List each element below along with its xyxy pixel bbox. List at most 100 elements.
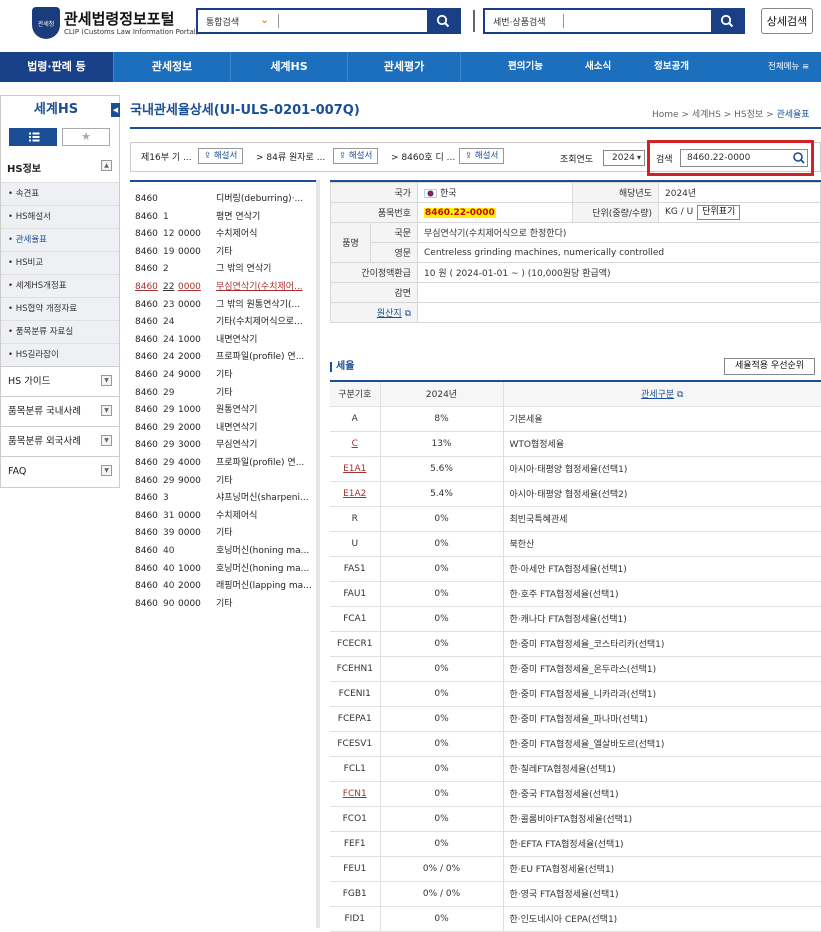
breadcrumb-home[interactable]: Home: [652, 110, 679, 120]
year-select[interactable]: 2024 ▾: [603, 150, 645, 166]
hs-code-part: 2: [163, 264, 169, 275]
nav-convenience[interactable]: 편의기능: [508, 52, 543, 82]
sidebar-section-hs-info[interactable]: HS정보: [7, 160, 41, 175]
sidebar-item-hs-compare[interactable]: • HS비교: [1, 251, 119, 274]
origin-cell[interactable]: 원산지 ⧉: [330, 302, 418, 323]
rate-code-cell[interactable]: FCN1: [330, 781, 380, 807]
breadcrumb-world-hs[interactable]: 세계HS: [692, 110, 721, 120]
rate-code-cell: FGB1: [330, 881, 380, 907]
hs-heading-label: 8460호 디 ...: [401, 153, 456, 163]
rate-code-cell[interactable]: C: [330, 431, 380, 457]
hs-code-part: 0000: [178, 229, 201, 240]
hs-code-part: 0000: [178, 299, 201, 310]
nav-laws[interactable]: 법령·판례 등: [0, 52, 113, 82]
rate-row: FCEHN1 0% 한·중미 FTA협정세율_온두라스(선택1): [330, 656, 821, 682]
english-name-value: Centreless grinding machines, numericall…: [417, 242, 821, 263]
hs-code-part: 0000: [178, 510, 201, 521]
hs-code-part: 8460: [135, 387, 158, 398]
sidebar-tab-list[interactable]: [9, 128, 57, 146]
collapse-icon[interactable]: ▲: [101, 160, 112, 171]
rate-row: U 0% 북한산: [330, 531, 821, 557]
commentary-button-part[interactable]: ⇪ 해설서: [198, 148, 244, 164]
english-name-label: 영문: [370, 242, 418, 263]
nav-customs-info[interactable]: 관세정보: [114, 52, 230, 82]
rate-value: 0%: [379, 656, 504, 682]
sidebar-item-hs-guide[interactable]: • HS길라잡이: [1, 343, 119, 366]
external-link-icon: ⧉: [404, 309, 411, 319]
hs-code-part: 0000: [178, 528, 201, 539]
hs-code-part: 29: [163, 422, 175, 433]
nav-divider: [460, 52, 461, 82]
hs-search-input[interactable]: 세번·상품검색: [493, 15, 546, 28]
hs-code-part: 8460: [135, 563, 158, 574]
hs-part[interactable]: 제16부 기 ...: [141, 150, 192, 163]
query-search-button[interactable]: [791, 150, 807, 166]
nav-news[interactable]: 새소식: [585, 52, 611, 82]
breadcrumb-hs-info[interactable]: HS정보: [734, 110, 763, 120]
sidebar-item-label: 속견표: [15, 189, 40, 199]
item-info-panel: 국가 한국 해당년도 2024년 품목번호 8460.22-0000 단위(중량…: [330, 180, 821, 323]
hs-search-box[interactable]: 세번·상품검색: [483, 8, 745, 34]
sidebar-item-label: 품목분류 자료실: [15, 327, 74, 337]
sidebar-item-hs-commentary[interactable]: • HS해설서: [1, 205, 119, 228]
site-title[interactable]: 관세법령정보포털: [64, 8, 174, 29]
customs-logo-icon[interactable]: 관세청: [32, 7, 60, 39]
hs-chapter[interactable]: > 84류 원자로 ...: [256, 150, 325, 163]
nav-disclosure[interactable]: 정보공개: [654, 52, 689, 82]
commentary-button-chapter[interactable]: ⇪ 해설서: [333, 148, 379, 164]
rate-value: 0%: [379, 606, 504, 632]
rate-value: 0%: [379, 681, 504, 707]
expand-icon[interactable]: ▼: [101, 435, 112, 446]
expand-icon[interactable]: ▼: [101, 405, 112, 416]
expand-icon[interactable]: ▼: [101, 465, 112, 476]
origin-link[interactable]: 원산지: [377, 309, 402, 319]
chevron-down-icon[interactable]: ⌄: [260, 13, 269, 26]
rate-code-cell: FCEHN1: [330, 656, 380, 682]
hs-code-part: 8460: [135, 317, 158, 328]
hs-heading[interactable]: > 8460호 디 ...: [391, 150, 455, 163]
sidebar-item-world-hs-revision[interactable]: • 세계HS개정표: [1, 274, 119, 297]
rate-row: FEU1 0% / 0% 한·EU FTA협정세율(선택1): [330, 856, 821, 882]
commentary-button-heading[interactable]: ⇪ 해설서: [459, 148, 505, 164]
hs-search-button[interactable]: [711, 10, 743, 32]
detail-search-button[interactable]: 상세검색: [761, 8, 813, 34]
korean-name-label: 국문: [370, 222, 418, 243]
hs-code-query-input[interactable]: 8460.22-0000: [680, 149, 808, 167]
rate-code-link[interactable]: E1A2: [343, 489, 366, 499]
rate-type: 한·인도네시아 CEPA(선택1): [503, 906, 821, 932]
expand-icon[interactable]: ▼: [101, 375, 112, 386]
rate-value: 0%: [379, 781, 504, 807]
search-scope-select[interactable]: 통합검색: [206, 15, 239, 28]
hs-code-part: 0000: [178, 598, 201, 609]
search-button[interactable]: [427, 10, 459, 32]
rate-code-link[interactable]: E1A1: [343, 464, 366, 474]
integrated-search-box: 통합검색 ⌄: [196, 8, 461, 34]
sidebar-item-quick-table[interactable]: • 속견표: [1, 182, 119, 205]
unit-notation-button[interactable]: 단위표기: [697, 205, 741, 220]
rate-value: 0%: [379, 556, 504, 582]
rate-row: FCESV1 0% 한·중미 FTA협정세율_엘살바도르(선택1): [330, 731, 821, 757]
sidebar-item-classification-archive[interactable]: • 품목분류 자료실: [1, 320, 119, 343]
rate-code-cell[interactable]: E1A1: [330, 456, 380, 482]
nav-world-hs[interactable]: 세계HS: [231, 52, 347, 82]
rate-value: 0% / 0%: [379, 856, 504, 882]
page-title: 국내관세율상세(UI-ULS-0201-007Q): [130, 103, 360, 118]
nav-valuation[interactable]: 관세평가: [348, 52, 460, 82]
rate-priority-button[interactable]: 세율적용 우선순위: [724, 358, 815, 375]
nav-all-menu[interactable]: 전체메뉴 ≡: [768, 52, 809, 82]
sidebar-item-hs-convention[interactable]: • HS협약 개정자료: [1, 297, 119, 320]
rate-code-link[interactable]: C: [352, 439, 358, 449]
upload-icon: ⇪: [465, 151, 473, 161]
sidebar-item-tariff-table[interactable]: • 관세율표: [1, 228, 119, 251]
hs-list-scrollbar[interactable]: [316, 180, 320, 928]
rate-code-link[interactable]: FCN1: [343, 789, 367, 799]
rate-code: FAU1: [343, 588, 367, 599]
hs-code-part: 2000: [178, 581, 201, 592]
country-label: 국가: [330, 182, 418, 203]
sidebar-tab-favorites[interactable]: ★: [62, 128, 110, 146]
rate-code-cell[interactable]: E1A2: [330, 481, 380, 507]
sidebar-collapse-icon[interactable]: ◀: [111, 103, 120, 117]
rates-header-type-link[interactable]: 관세구분: [641, 390, 674, 400]
rates-header-type[interactable]: 관세구분 ⧉: [503, 382, 821, 407]
hs-description: 기타: [216, 370, 233, 380]
